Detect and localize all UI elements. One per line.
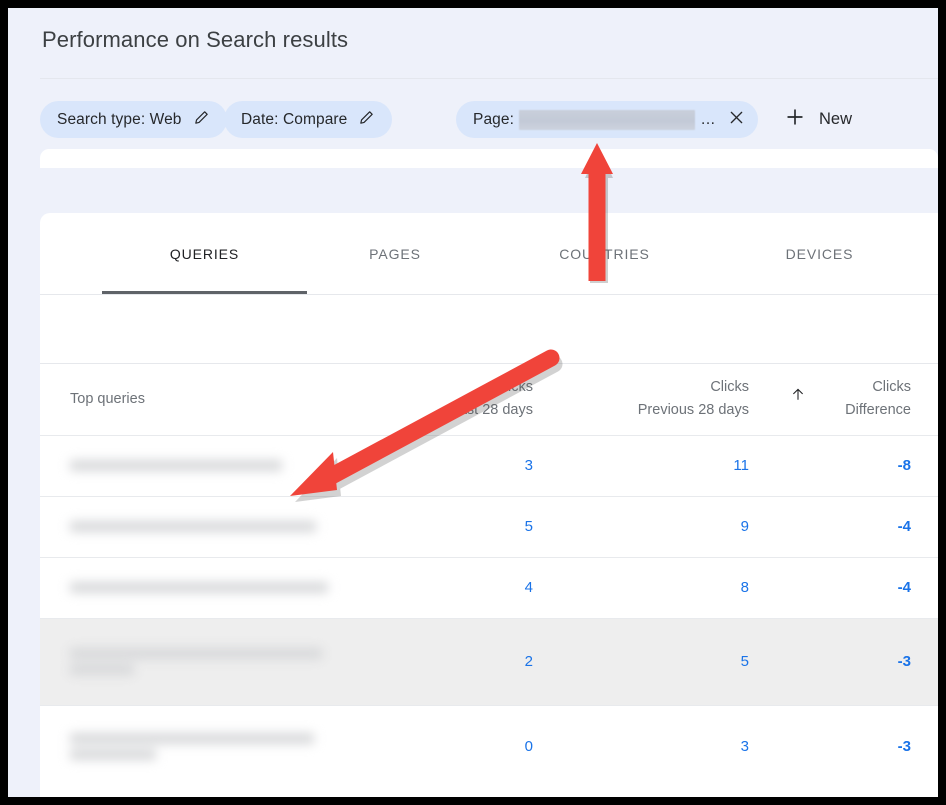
filter-chip-search-type-label: Search type: Web bbox=[57, 111, 182, 129]
header-divider bbox=[40, 78, 938, 79]
app-viewport: Performance on Search results Search typ… bbox=[8, 8, 938, 797]
table-row[interactable]: 2 5 -3 bbox=[40, 618, 938, 705]
cell-query[interactable] bbox=[40, 435, 395, 496]
plus-icon bbox=[784, 106, 806, 133]
column-header-clicks-current[interactable]: Clicks Last 28 days bbox=[395, 364, 560, 435]
filter-chip-date[interactable]: Date: Compare bbox=[224, 101, 392, 138]
pencil-icon[interactable] bbox=[193, 109, 210, 131]
tab-devices[interactable]: DEVICES bbox=[740, 213, 899, 294]
column-header-top-queries[interactable]: Top queries bbox=[40, 364, 395, 435]
tab-countries[interactable]: COUNTRIES bbox=[510, 213, 699, 294]
filter-chip-date-label: Date: Compare bbox=[241, 111, 347, 129]
cell-clicks-current: 0 bbox=[395, 705, 560, 787]
cell-clicks-current: 5 bbox=[395, 496, 560, 557]
filter-chip-search-type[interactable]: Search type: Web bbox=[40, 101, 227, 138]
filter-chip-page-truncation: ... bbox=[701, 111, 715, 129]
toolbar-spacer bbox=[40, 295, 938, 364]
tab-bar: QUERIES PAGES COUNTRIES DEVICES bbox=[40, 213, 938, 295]
cell-query[interactable] bbox=[40, 496, 395, 557]
tab-queries[interactable]: QUERIES bbox=[102, 213, 307, 294]
cell-clicks-previous: 3 bbox=[560, 705, 776, 787]
column-header-clicks-previous[interactable]: Clicks Previous 28 days bbox=[560, 364, 776, 435]
table-body: 3 11 -8 5 9 -4 bbox=[40, 435, 938, 787]
column-header-clicks-difference[interactable]: Clicks Difference bbox=[776, 364, 938, 435]
arrow-up-icon bbox=[790, 385, 806, 407]
new-filter-label: New bbox=[819, 110, 852, 129]
filter-chip-page[interactable]: Page: ... bbox=[456, 101, 758, 138]
active-tab-underline bbox=[102, 291, 307, 294]
close-icon[interactable] bbox=[727, 108, 746, 132]
screenshot-frame: Performance on Search results Search typ… bbox=[0, 0, 946, 805]
table-row[interactable]: 5 9 -4 bbox=[40, 496, 938, 557]
cell-clicks-current: 3 bbox=[395, 435, 560, 496]
filter-bar: Search type: Web Date: Compare Page: bbox=[8, 94, 938, 152]
cell-clicks-difference: -4 bbox=[776, 496, 938, 557]
page-title: Performance on Search results bbox=[42, 27, 348, 53]
cell-clicks-current: 2 bbox=[395, 618, 560, 705]
tab-pages[interactable]: PAGES bbox=[321, 213, 469, 294]
table-header-row: Top queries Clicks Last 28 days Clicks P… bbox=[40, 364, 938, 435]
cell-query[interactable] bbox=[40, 705, 395, 787]
cell-clicks-difference: -8 bbox=[776, 435, 938, 496]
table-row[interactable]: 4 8 -4 bbox=[40, 557, 938, 618]
cell-clicks-previous: 8 bbox=[560, 557, 776, 618]
redacted-query-text bbox=[70, 733, 385, 760]
cell-query[interactable] bbox=[40, 618, 395, 705]
redacted-query-text bbox=[70, 521, 385, 532]
pencil-icon[interactable] bbox=[358, 109, 375, 131]
queries-table: Top queries Clicks Last 28 days Clicks P… bbox=[40, 364, 938, 787]
column-header-clicks-previous-line1: Clicks bbox=[560, 376, 749, 399]
redacted-query-text bbox=[70, 582, 385, 593]
column-header-clicks-current-line1: Clicks bbox=[395, 376, 533, 399]
cell-clicks-difference: -3 bbox=[776, 705, 938, 787]
column-header-clicks-previous-line2: Previous 28 days bbox=[560, 399, 749, 422]
redacted-query-text bbox=[70, 460, 385, 471]
table-row[interactable]: 0 3 -3 bbox=[40, 705, 938, 787]
redacted-page-value bbox=[519, 110, 695, 130]
chart-card-edge bbox=[40, 149, 938, 168]
cell-clicks-previous: 11 bbox=[560, 435, 776, 496]
column-header-clicks-current-line2: Last 28 days bbox=[395, 399, 533, 422]
results-card: QUERIES PAGES COUNTRIES DEVICES Top quer… bbox=[40, 213, 938, 797]
cell-clicks-previous: 5 bbox=[560, 618, 776, 705]
cell-clicks-difference: -3 bbox=[776, 618, 938, 705]
cell-clicks-current: 4 bbox=[395, 557, 560, 618]
redacted-query-text bbox=[70, 648, 385, 675]
cell-clicks-difference: -4 bbox=[776, 557, 938, 618]
cell-query[interactable] bbox=[40, 557, 395, 618]
table-row[interactable]: 3 11 -8 bbox=[40, 435, 938, 496]
cell-clicks-previous: 9 bbox=[560, 496, 776, 557]
filter-chip-page-label: Page: bbox=[473, 111, 514, 129]
new-filter-button[interactable]: New bbox=[784, 101, 852, 138]
